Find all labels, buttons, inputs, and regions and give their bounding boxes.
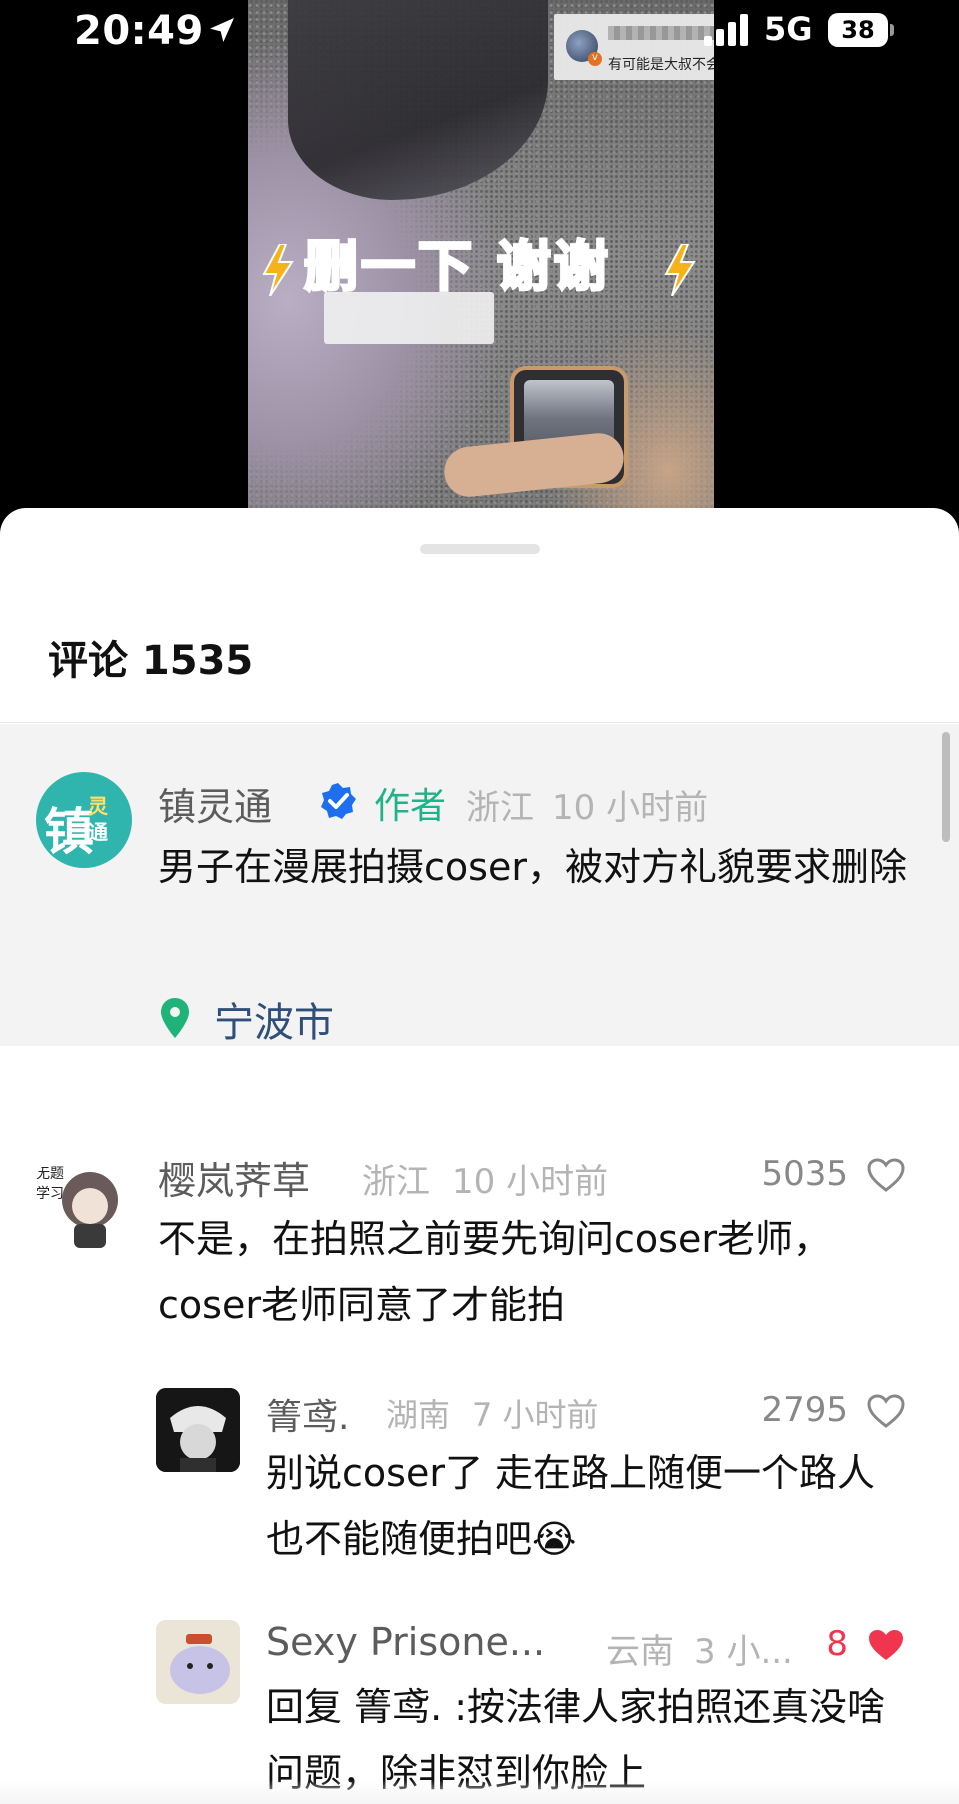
comment-time: 10 小时前 — [452, 1162, 609, 1202]
verified-badge-icon — [321, 783, 356, 819]
reply-author-name[interactable]: Sexy Prisone... — [266, 1620, 545, 1664]
like-count: 2795 — [761, 1390, 848, 1430]
cartoon-pig-avatar-icon — [156, 1620, 240, 1704]
heart-filled-icon[interactable] — [866, 1627, 906, 1663]
lightning-bolt-icon — [262, 244, 294, 296]
comment-author-name[interactable]: 镇灵通 — [158, 776, 272, 831]
comment-text: 男子在漫展拍摄coser，被对方礼貌要求删除 — [158, 845, 907, 889]
heart-icon[interactable] — [866, 1393, 906, 1429]
location-arrow-icon — [210, 18, 234, 42]
cellular-signal-icon — [704, 14, 748, 46]
svg-text:无题: 无题 — [36, 1166, 64, 1182]
heart-icon[interactable] — [866, 1157, 906, 1193]
manga-boy-avatar-icon — [156, 1388, 240, 1472]
svg-text:学习: 学习 — [36, 1186, 64, 1202]
anime-girl-avatar-icon: 无题 学习 — [36, 1166, 118, 1248]
location-pin-icon — [161, 998, 189, 1038]
reply-region: 云南 — [606, 1632, 674, 1672]
reply-region: 湖南 — [386, 1396, 451, 1434]
divider — [0, 722, 959, 723]
sheet-drag-handle[interactable] — [420, 544, 540, 554]
author-avatar[interactable]: 镇 灵 通 — [36, 772, 132, 868]
comment-text: 不是，在拍照之前要先询问coser老师，coser老师同意了才能拍 — [158, 1217, 831, 1327]
crying-emoji-icon: 😭 — [532, 1517, 577, 1561]
comment-author-name[interactable]: 樱岚荠草 — [158, 1150, 310, 1205]
video-player[interactable]: 有可能是大叔不会用美颜相机 删一下 谢谢 — [248, 0, 714, 508]
reply-time: 3 小... — [694, 1632, 793, 1672]
replier-avatar[interactable] — [156, 1620, 240, 1704]
video-frame-hand — [441, 430, 627, 500]
reply-author-name[interactable]: 箐鸢. — [266, 1388, 349, 1440]
location-link[interactable]: 宁波市 — [214, 990, 334, 1048]
comment-time: 10 小时前 — [552, 788, 709, 828]
comments-title: 评论 1535 — [48, 638, 254, 684]
status-time: 20:49 — [74, 8, 204, 54]
commenter-avatar[interactable]: 无题 学习 — [30, 1148, 134, 1252]
video-blurred-area — [324, 292, 494, 344]
comment-region: 浙江 — [362, 1162, 430, 1202]
scrollbar[interactable] — [942, 732, 950, 842]
network-type: 5G — [764, 10, 813, 48]
bottom-fade — [0, 1780, 959, 1804]
video-overlay-title: 删一下 谢谢 — [303, 234, 611, 300]
like-count: 5035 — [761, 1154, 848, 1194]
reply-text: 别说coser了 走在路上随便一个路人也不能随便拍吧😭 — [266, 1440, 906, 1572]
lightning-bolt-icon — [664, 244, 696, 296]
battery-indicator: 38 — [828, 13, 894, 47]
replier-avatar[interactable] — [156, 1388, 240, 1472]
status-bar: 20:49 5G 38 — [0, 0, 959, 66]
reply-time: 7 小时前 — [472, 1396, 599, 1434]
author-badge: 作者 — [374, 786, 447, 827]
comment-region: 浙江 — [466, 788, 534, 828]
like-count: 8 — [826, 1624, 848, 1664]
